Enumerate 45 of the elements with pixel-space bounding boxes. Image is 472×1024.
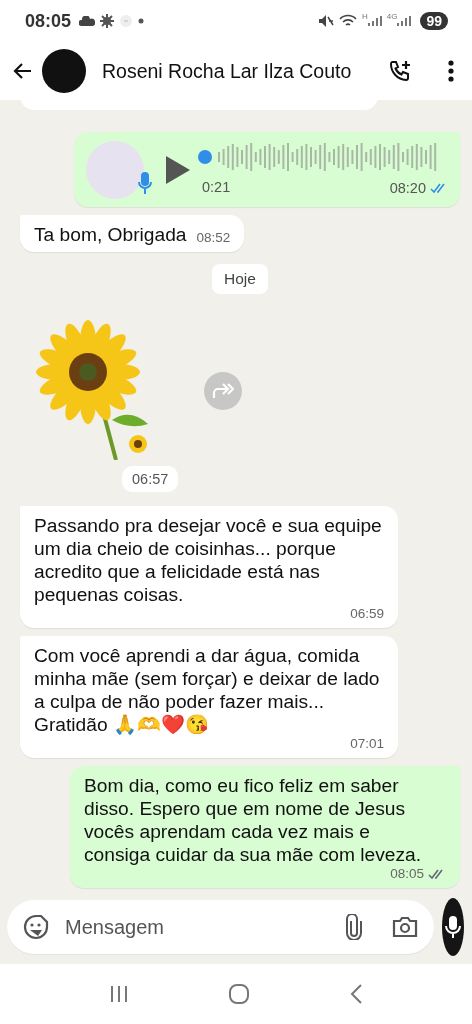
voice-duration: 0:21 [202,178,231,197]
gear-icon [100,14,115,28]
camera-button[interactable] [390,914,420,940]
message-time: 08:20 [389,179,426,196]
back-chevron-icon [348,983,363,1005]
back-arrow-icon [12,62,32,80]
voice-record-button[interactable] [442,898,464,956]
status-time: 08:05 [25,10,72,32]
microphone-icon [138,170,152,195]
mute-icon [317,14,334,28]
more-vertical-icon [448,60,454,82]
recent-apps-icon [109,985,130,1003]
sticker-icon [23,914,49,940]
play-icon [166,155,190,184]
message-time: 06:59 [350,606,384,622]
playback-position-dot[interactable] [198,150,212,164]
microphone-icon [445,915,461,939]
network-type-label: H [361,12,368,21]
paperclip-icon [346,914,362,940]
dot-icon [138,18,145,24]
message-text: Com você aprendi a dar água, comida minha mãe (sem forçar) e deixar de lado a culpa de não poder fazer mais... Gratidão 🙏🫶❤😘 [34,644,381,736]
attach-button[interactable] [344,912,364,942]
notification-icon [119,14,134,28]
signal-icon [367,15,382,27]
wifi-icon [338,14,357,28]
message-time: 08:52 [196,230,231,246]
battery-level: 99 [420,12,448,30]
message-time: 08:05 [390,866,424,882]
signal-icon [397,15,412,27]
network-type-label: 4G [386,12,398,21]
home-icon [228,983,250,1005]
message-text: Bom dia, como eu fico feliz em saber disso. Espero que em nome de Jesus vocês aprendam cada vez mais e consiga cuidar da sua mãe com leveza. [84,774,423,866]
message-composer[interactable]: Mensagem [7,900,434,954]
cloud-icon [79,16,96,26]
forward-icon [212,383,235,399]
date-chip: Hoje [212,264,268,294]
phone-plus-icon [388,59,412,83]
avatar-placeholder[interactable] [42,49,86,93]
message-time: 07:01 [350,736,384,752]
message-text: Ta bom, Obrigada [34,223,187,246]
sticker-button[interactable] [21,912,51,942]
message-text: Passando pra desejar você e sua equipe um dia cheio de coisinhas... porque acredito que a felicidade está nas pequenas coisas. [34,514,383,606]
play-button[interactable] [166,155,190,184]
camera-icon [392,916,418,938]
message-time: 06:57 [122,466,179,492]
